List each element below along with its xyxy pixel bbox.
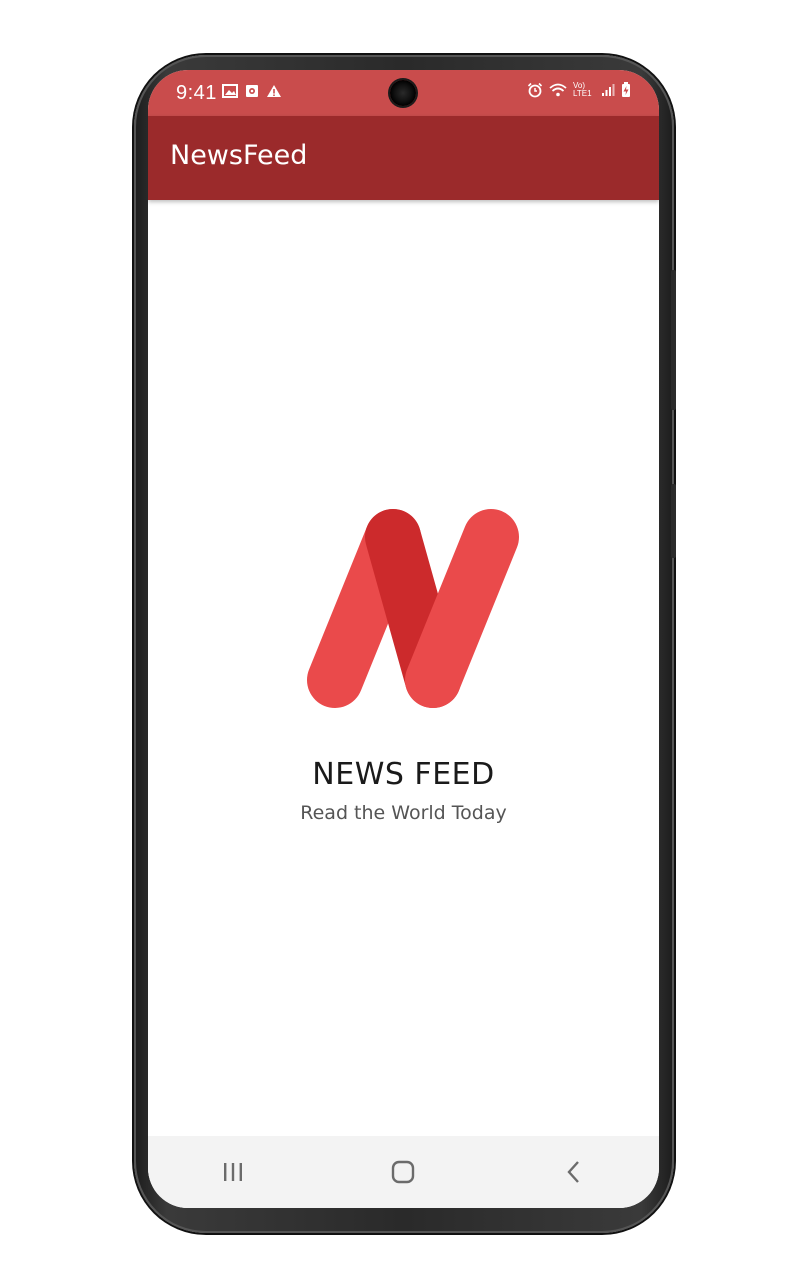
front-camera: [390, 80, 416, 106]
signal-icon: [602, 84, 615, 96]
app-title: NewsFeed: [170, 140, 308, 171]
back-button[interactable]: [544, 1148, 604, 1196]
device-stage: 9:41 Vo) LTE1 NewsFeed NEWS FEED Read th…: [0, 0, 807, 1280]
alarm-icon: [527, 82, 543, 98]
logo-right-stroke: [405, 509, 519, 708]
status-time: 9:41: [176, 82, 217, 104]
portrait-notification-icon: [246, 85, 258, 97]
screen: 9:41 Vo) LTE1 NewsFeed NEWS FEED Read th…: [148, 70, 659, 1208]
recent-apps-button[interactable]: [203, 1148, 263, 1196]
warning-icon: [267, 85, 281, 97]
tagline: Read the World Today: [300, 802, 507, 824]
home-button[interactable]: [373, 1148, 433, 1196]
news-feed-logo: [307, 509, 519, 708]
navigation-bar: [148, 1136, 659, 1208]
status-bar: 9:41 Vo) LTE1: [148, 70, 659, 116]
power-button: [671, 484, 676, 558]
home-icon: [392, 1160, 415, 1184]
status-icons-right: Vo) LTE1: [527, 82, 631, 98]
back-icon: [567, 1161, 579, 1183]
image-icon: [222, 84, 238, 98]
recent-apps-icon: [224, 1163, 243, 1181]
volte-lte-icon: Vo) LTE1: [573, 81, 592, 98]
app-bar: NewsFeed: [148, 116, 659, 200]
status-icons-left: [222, 84, 282, 98]
brand-name: NEWS FEED: [312, 757, 495, 792]
volume-button: [671, 270, 676, 410]
battery-charging-icon: [622, 82, 630, 97]
wifi-icon: [549, 83, 567, 97]
